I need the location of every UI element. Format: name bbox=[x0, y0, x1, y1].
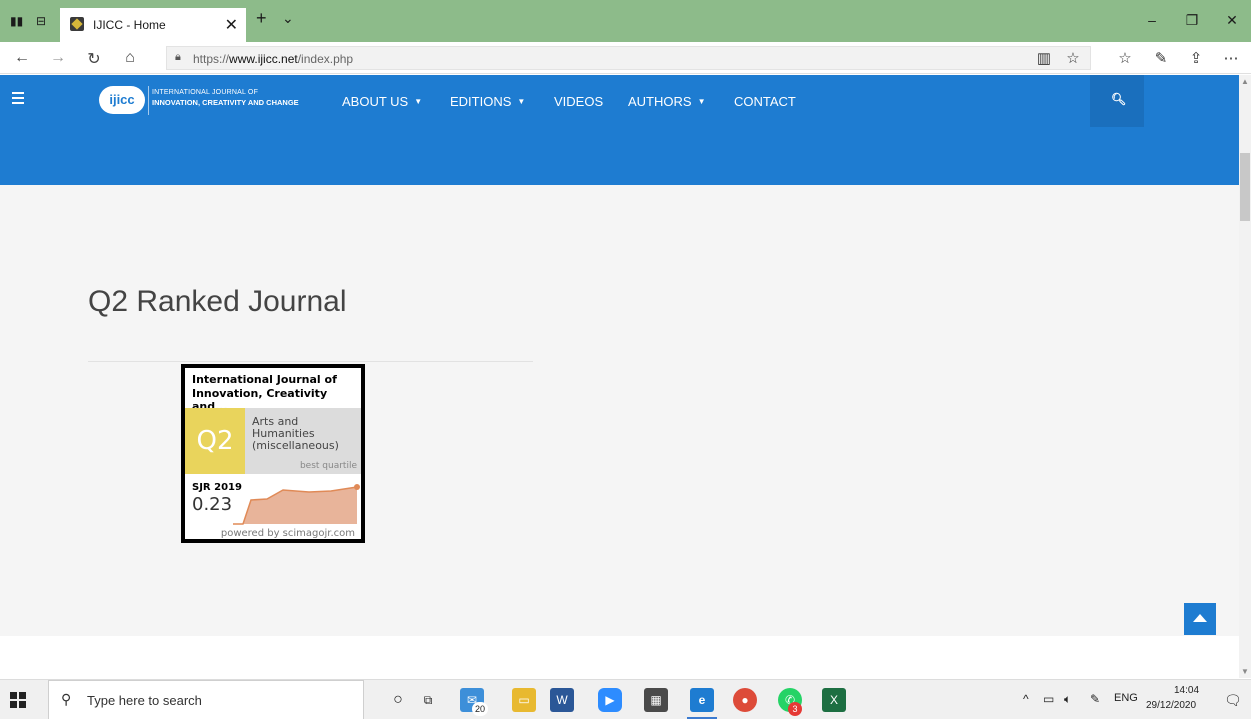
home-icon[interactable]: ⌂ bbox=[120, 49, 140, 67]
site-logo[interactable]: ijicc bbox=[99, 86, 145, 114]
hero-banner bbox=[0, 127, 1239, 185]
window-menu-icon[interactable]: ▮▮ bbox=[10, 14, 23, 28]
site-favicon-icon bbox=[70, 17, 84, 31]
restore-icon[interactable]: ❐ bbox=[1182, 12, 1202, 29]
clock-time[interactable]: 14:04 bbox=[1174, 685, 1199, 696]
url-field[interactable]: 🔒︎ https://www.ijicc.net/index.php bbox=[166, 46, 1091, 70]
cortana-icon[interactable]: ○ bbox=[386, 688, 410, 712]
address-bar: ← → ↻ ⌂ 🔒︎ https://www.ijicc.net/index.p… bbox=[0, 42, 1251, 74]
word-icon[interactable]: W bbox=[550, 688, 574, 712]
site-navbar: ijicc INTERNATIONAL JOURNAL OF INNOVATIO… bbox=[0, 75, 1239, 127]
sjr-category: Arts and Humanities (miscellaneous) bbox=[252, 415, 339, 452]
best-quartile-label: best quartile bbox=[299, 461, 357, 471]
menu-about-us[interactable]: ABOUT US ▼ bbox=[342, 94, 422, 109]
sjr-quartile-band: Q2 Arts and Humanities (miscellaneous) b… bbox=[185, 408, 361, 474]
menu-contact[interactable]: CONTACT bbox=[734, 94, 796, 109]
logo-divider bbox=[148, 86, 149, 115]
browser-title-bar: ▮▮ ⊟ IJICC - Home ✕ + ⌄ – ❐ ✕ bbox=[0, 0, 1251, 42]
back-arrow-icon[interactable]: ← bbox=[12, 49, 32, 67]
taskbar-search-placeholder: Type here to search bbox=[87, 693, 202, 708]
sjr-journal-title: International Journal of bbox=[192, 373, 337, 386]
menu-videos[interactable]: VIDEOS bbox=[554, 94, 603, 109]
page-scrollbar[interactable]: ▲ ▼ bbox=[1239, 75, 1251, 678]
store-icon[interactable]: ▦ bbox=[644, 688, 668, 712]
volume-icon[interactable]: 🔈︎ bbox=[1064, 692, 1071, 707]
sjr-widget[interactable]: International Journal of Innovation, Cre… bbox=[181, 364, 365, 543]
reading-view-icon[interactable]: ▥ bbox=[1034, 49, 1054, 67]
scroll-down-icon[interactable]: ▼ bbox=[1241, 667, 1249, 676]
scroll-up-icon[interactable]: ▲ bbox=[1241, 77, 1249, 86]
share-icon[interactable]: ⇪ bbox=[1186, 49, 1206, 67]
menu-editions[interactable]: EDITIONS ▼ bbox=[450, 94, 525, 109]
caret-down-icon: ▼ bbox=[517, 97, 526, 106]
minimize-icon[interactable]: – bbox=[1142, 12, 1162, 28]
windows-start-icon[interactable] bbox=[10, 692, 26, 708]
pen-workspace-icon[interactable]: ✎ bbox=[1090, 692, 1100, 706]
sjr-value: 0.23 bbox=[192, 494, 233, 515]
sjr-powered-by: powered by scimagojr.com bbox=[220, 528, 355, 539]
quartile-badge: Q2 bbox=[185, 408, 245, 474]
heading-divider bbox=[88, 361, 533, 362]
favorites-list-icon[interactable]: ☆ bbox=[1115, 49, 1135, 67]
tab-title: IJICC - Home bbox=[93, 18, 166, 32]
sjr-trend-point bbox=[354, 484, 360, 490]
pen-icon[interactable]: ✎ bbox=[1151, 49, 1171, 67]
page-viewport: ijicc INTERNATIONAL JOURNAL OF INNOVATIO… bbox=[0, 75, 1239, 678]
lock-icon: 🔒︎ bbox=[175, 51, 181, 63]
page-heading: Q2 Ranked Journal bbox=[88, 285, 347, 318]
tab-preview-icon[interactable]: ⊟ bbox=[36, 14, 46, 28]
network-icon[interactable]: ▭ bbox=[1043, 692, 1054, 706]
site-search-button[interactable]: 🔍︎ bbox=[1090, 75, 1144, 127]
logo-line2: INNOVATION, CREATIVITY AND CHANGE bbox=[152, 98, 299, 107]
taskbar-search-input[interactable]: ⚲ Type here to search bbox=[48, 680, 364, 719]
whatsapp-badge: 3 bbox=[788, 702, 802, 716]
tray-chevron-icon[interactable]: ^ bbox=[1023, 692, 1029, 706]
more-options-icon[interactable]: ⋯ bbox=[1221, 49, 1241, 67]
sjr-trend-chart bbox=[233, 484, 360, 525]
notification-icon[interactable]: 🗨︎ bbox=[1224, 692, 1242, 709]
logo-line1: INTERNATIONAL JOURNAL OF bbox=[152, 89, 259, 96]
file-explorer-icon[interactable]: ▭ bbox=[512, 688, 536, 712]
new-tab-icon[interactable]: + bbox=[256, 8, 267, 29]
page-footer-area bbox=[0, 636, 1239, 678]
close-window-icon[interactable]: ✕ bbox=[1222, 12, 1242, 29]
forward-arrow-icon[interactable]: → bbox=[48, 49, 68, 67]
scroll-thumb[interactable] bbox=[1240, 153, 1250, 221]
caret-down-icon: ▼ bbox=[697, 97, 706, 106]
browser-tab-active[interactable]: IJICC - Home ✕ bbox=[60, 8, 246, 42]
caret-down-icon: ▼ bbox=[414, 97, 423, 106]
sjr-trend-area bbox=[233, 487, 357, 524]
hamburger-menu-icon[interactable] bbox=[12, 92, 24, 104]
excel-icon[interactable]: X bbox=[822, 688, 846, 712]
edge-icon[interactable]: e bbox=[690, 688, 714, 712]
refresh-icon[interactable]: ↻ bbox=[84, 49, 104, 69]
back-to-top-button[interactable] bbox=[1184, 603, 1216, 635]
menu-authors[interactable]: AUTHORS ▼ bbox=[628, 94, 705, 109]
chevron-down-icon[interactable]: ⌄ bbox=[282, 10, 294, 27]
language-indicator[interactable]: ENG bbox=[1114, 692, 1138, 704]
close-tab-icon[interactable]: ✕ bbox=[225, 15, 238, 35]
zoom-icon[interactable]: ▶ bbox=[598, 688, 622, 712]
windows-taskbar: ⚲ Type here to search ○ ⧉ ✉ 20 ▭ W ▶ ▦ e… bbox=[0, 679, 1251, 719]
clock-date[interactable]: 29/12/2020 bbox=[1146, 700, 1196, 711]
task-view-icon[interactable]: ⧉ bbox=[416, 688, 440, 712]
chrome-icon[interactable]: ● bbox=[733, 688, 757, 712]
search-icon: 🔍︎ bbox=[1111, 92, 1127, 106]
mail-badge: 20 bbox=[472, 702, 488, 716]
url-text: https://www.ijicc.net/index.php bbox=[193, 52, 354, 66]
favorite-star-icon[interactable]: ☆ bbox=[1063, 49, 1083, 67]
search-icon: ⚲ bbox=[61, 691, 72, 707]
